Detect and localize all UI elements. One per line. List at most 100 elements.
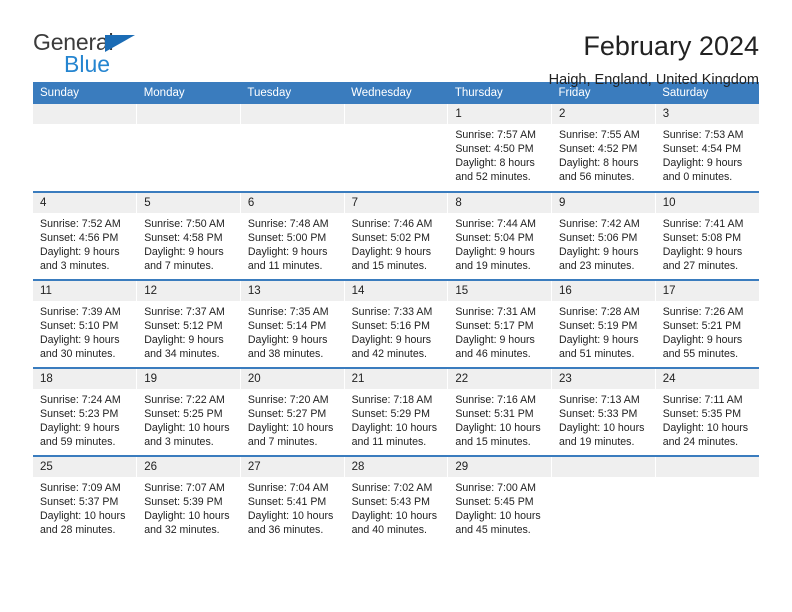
daylight-text-line1: Daylight: 10 hours	[351, 510, 437, 523]
calendar-day-cell[interactable]: 20 Sunrise: 7:20 AM Sunset: 5:27 PM Dayl…	[240, 367, 345, 456]
calendar-day-cell[interactable]: 2 Sunrise: 7:55 AM Sunset: 4:52 PM Dayli…	[551, 104, 656, 192]
day-number: 27	[240, 457, 344, 477]
calendar-day-cell[interactable]: 7 Sunrise: 7:46 AM Sunset: 5:02 PM Dayli…	[344, 191, 449, 280]
page-header: General Blue February 2024 Haigh, Englan…	[33, 0, 759, 88]
day-number: 23	[552, 369, 655, 389]
daylight-text-line1: Daylight: 9 hours	[559, 246, 639, 259]
day-details: Sunrise: 7:55 AM Sunset: 4:52 PM Dayligh…	[552, 124, 655, 184]
calendar-day-cell[interactable]: 13 Sunrise: 7:35 AM Sunset: 5:14 PM Dayl…	[240, 279, 345, 368]
calendar-day-cell[interactable]	[344, 104, 449, 192]
day-details: Sunrise: 7:09 AM Sunset: 5:37 PM Dayligh…	[33, 477, 136, 537]
sunrise-text: Sunrise: 7:13 AM	[559, 394, 640, 406]
calendar-day-cell[interactable]: 27 Sunrise: 7:04 AM Sunset: 5:41 PM Dayl…	[240, 455, 345, 544]
calendar-day-cell[interactable]: 11 Sunrise: 7:39 AM Sunset: 5:10 PM Dayl…	[33, 279, 138, 368]
sunrise-text: Sunrise: 7:46 AM	[351, 218, 433, 230]
calendar-day-cell[interactable]: 5 Sunrise: 7:50 AM Sunset: 4:58 PM Dayli…	[136, 191, 241, 280]
day-number: 11	[33, 281, 137, 301]
sunset-text: Sunset: 5:00 PM	[247, 232, 327, 245]
daylight-text-line2: and 27 minutes.	[662, 260, 739, 273]
day-number	[33, 104, 137, 124]
day-number: 12	[137, 281, 240, 301]
calendar-day-cell[interactable]: 6 Sunrise: 7:48 AM Sunset: 5:00 PM Dayli…	[240, 191, 345, 280]
calendar-day-cell[interactable]: 1 Sunrise: 7:57 AM Sunset: 4:50 PM Dayli…	[447, 104, 553, 192]
daylight-text-line1: Daylight: 10 hours	[144, 510, 230, 523]
sunset-text: Sunset: 5:27 PM	[247, 408, 327, 421]
sunset-text: Sunset: 4:56 PM	[40, 232, 119, 245]
calendar-day-cell[interactable]	[136, 104, 241, 192]
calendar-day-cell[interactable]: 26 Sunrise: 7:07 AM Sunset: 5:39 PM Dayl…	[136, 455, 241, 544]
day-details: Sunrise: 7:13 AM Sunset: 5:33 PM Dayligh…	[552, 389, 655, 449]
sunrise-text: Sunrise: 7:31 AM	[455, 306, 536, 318]
calendar-day-cell[interactable]: 15 Sunrise: 7:31 AM Sunset: 5:17 PM Dayl…	[447, 279, 553, 368]
calendar-day-cell[interactable]: 19 Sunrise: 7:22 AM Sunset: 5:25 PM Dayl…	[136, 367, 241, 456]
daylight-text-line1: Daylight: 9 hours	[662, 334, 743, 347]
daylight-text-line2: and 56 minutes.	[559, 171, 635, 184]
day-details: Sunrise: 7:02 AM Sunset: 5:43 PM Dayligh…	[345, 477, 448, 537]
day-details: Sunrise: 7:22 AM Sunset: 5:25 PM Dayligh…	[137, 389, 240, 449]
day-number: 25	[33, 457, 137, 477]
day-number: 2	[552, 104, 655, 124]
day-number: 14	[344, 281, 448, 301]
day-details: Sunrise: 7:37 AM Sunset: 5:12 PM Dayligh…	[137, 301, 240, 361]
calendar-day-cell[interactable]: 12 Sunrise: 7:37 AM Sunset: 5:12 PM Dayl…	[136, 279, 241, 368]
sunset-text: Sunset: 5:17 PM	[455, 320, 534, 333]
calendar-day-cell[interactable]	[655, 455, 759, 544]
calendar-day-cell[interactable]	[551, 455, 656, 544]
sunrise-text: Sunrise: 7:33 AM	[351, 306, 433, 318]
daylight-text-line2: and 0 minutes.	[662, 171, 733, 184]
daylight-text-line2: and 3 minutes.	[144, 436, 214, 449]
calendar-week-row: 25 Sunrise: 7:09 AM Sunset: 5:37 PM Dayl…	[33, 455, 759, 544]
sunset-text: Sunset: 5:25 PM	[144, 408, 223, 421]
calendar-day-cell[interactable]: 21 Sunrise: 7:18 AM Sunset: 5:29 PM Dayl…	[344, 367, 449, 456]
day-number: 22	[448, 369, 552, 389]
calendar-day-cell[interactable]: 18 Sunrise: 7:24 AM Sunset: 5:23 PM Dayl…	[33, 367, 138, 456]
day-number	[344, 104, 448, 124]
calendar-day-cell[interactable]: 9 Sunrise: 7:42 AM Sunset: 5:06 PM Dayli…	[551, 191, 656, 280]
calendar-day-cell[interactable]	[33, 104, 138, 192]
daylight-text-line1: Daylight: 9 hours	[351, 334, 432, 347]
sunrise-text: Sunrise: 7:07 AM	[144, 482, 225, 494]
daylight-text-line2: and 11 minutes.	[351, 436, 427, 449]
daylight-text-line2: and 51 minutes.	[559, 348, 635, 361]
calendar-day-cell[interactable]: 24 Sunrise: 7:11 AM Sunset: 5:35 PM Dayl…	[655, 367, 759, 456]
calendar-day-cell[interactable]: 25 Sunrise: 7:09 AM Sunset: 5:37 PM Dayl…	[33, 455, 138, 544]
day-number: 3	[655, 104, 759, 124]
calendar-day-cell[interactable]: 10 Sunrise: 7:41 AM Sunset: 5:08 PM Dayl…	[655, 191, 759, 280]
sunrise-text: Sunrise: 7:37 AM	[144, 306, 225, 318]
daylight-text-line1: Daylight: 10 hours	[144, 422, 230, 435]
daylight-text-line1: Daylight: 9 hours	[40, 422, 120, 435]
day-details	[241, 124, 344, 128]
calendar-day-cell[interactable]: 14 Sunrise: 7:33 AM Sunset: 5:16 PM Dayl…	[344, 279, 449, 368]
day-number: 7	[344, 193, 448, 213]
day-number: 6	[240, 193, 344, 213]
sunset-text: Sunset: 5:29 PM	[351, 408, 430, 421]
calendar-day-cell[interactable]: 23 Sunrise: 7:13 AM Sunset: 5:33 PM Dayl…	[551, 367, 656, 456]
calendar-week-row: 1 Sunrise: 7:57 AM Sunset: 4:50 PM Dayli…	[33, 104, 759, 192]
day-number: 29	[448, 457, 552, 477]
day-details	[552, 477, 655, 481]
sunset-text: Sunset: 5:43 PM	[351, 496, 430, 509]
daylight-text-line1: Daylight: 9 hours	[662, 157, 743, 170]
day-number: 8	[448, 193, 552, 213]
calendar-day-cell[interactable]: 29 Sunrise: 7:00 AM Sunset: 5:45 PM Dayl…	[447, 455, 553, 544]
daylight-text-line2: and 59 minutes.	[40, 436, 116, 449]
day-details: Sunrise: 7:41 AM Sunset: 5:08 PM Dayligh…	[656, 213, 759, 273]
daylight-text-line1: Daylight: 10 hours	[351, 422, 437, 435]
calendar-day-cell[interactable]: 22 Sunrise: 7:16 AM Sunset: 5:31 PM Dayl…	[447, 367, 553, 456]
sunset-text: Sunset: 5:35 PM	[662, 408, 742, 421]
day-details: Sunrise: 7:52 AM Sunset: 4:56 PM Dayligh…	[33, 213, 136, 273]
calendar-day-cell[interactable]: 16 Sunrise: 7:28 AM Sunset: 5:19 PM Dayl…	[551, 279, 656, 368]
calendar-day-cell[interactable]: 8 Sunrise: 7:44 AM Sunset: 5:04 PM Dayli…	[447, 191, 553, 280]
calendar-day-cell[interactable]	[240, 104, 345, 192]
daylight-text-line1: Daylight: 9 hours	[351, 246, 432, 259]
calendar-day-cell[interactable]: 3 Sunrise: 7:53 AM Sunset: 4:54 PM Dayli…	[655, 104, 759, 192]
sunrise-text: Sunrise: 7:11 AM	[662, 394, 743, 406]
calendar-day-cell[interactable]: 28 Sunrise: 7:02 AM Sunset: 5:43 PM Dayl…	[344, 455, 449, 544]
sunrise-text: Sunrise: 7:52 AM	[40, 218, 121, 230]
calendar-day-cell[interactable]: 4 Sunrise: 7:52 AM Sunset: 4:56 PM Dayli…	[33, 191, 138, 280]
sunrise-text: Sunrise: 7:20 AM	[247, 394, 329, 406]
sunrise-text: Sunrise: 7:42 AM	[559, 218, 640, 230]
day-number: 10	[655, 193, 759, 213]
calendar-day-cell[interactable]: 17 Sunrise: 7:26 AM Sunset: 5:21 PM Dayl…	[655, 279, 759, 368]
day-details: Sunrise: 7:26 AM Sunset: 5:21 PM Dayligh…	[656, 301, 759, 361]
